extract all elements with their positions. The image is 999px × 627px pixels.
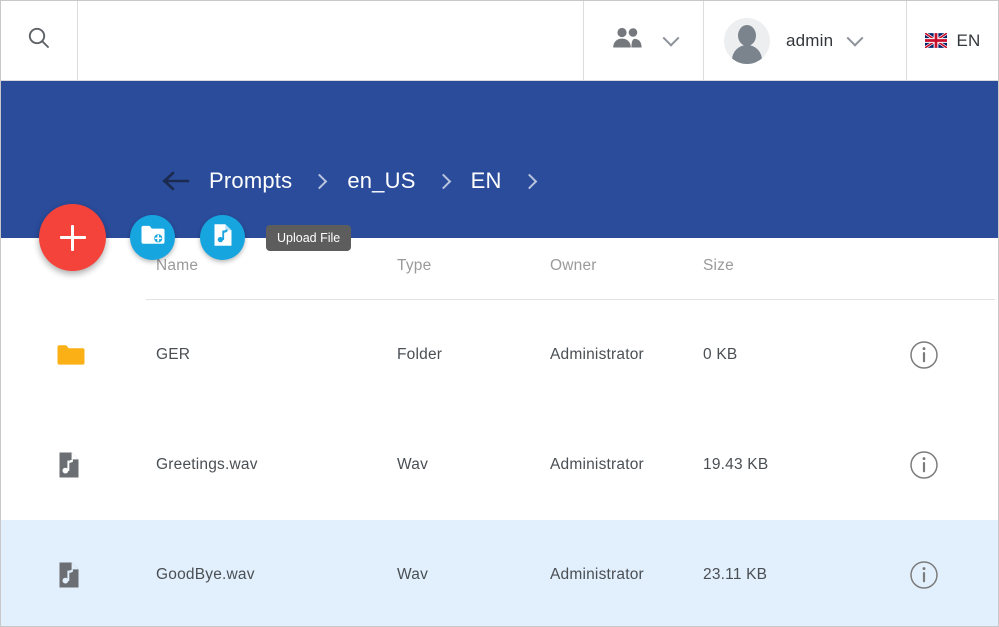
- folder-icon: [57, 340, 87, 370]
- account-menu[interactable]: admin: [704, 1, 907, 80]
- add-button[interactable]: [39, 204, 106, 271]
- upload-file-button[interactable]: [200, 215, 245, 260]
- file-manager-window: admin EN Prompts en_US EN Upload File Na…: [0, 0, 999, 627]
- column-header-size[interactable]: Size: [703, 257, 734, 275]
- table-row[interactable]: GoodBye.wav Wav Administrator 23.11 KB: [1, 520, 998, 626]
- info-icon[interactable]: [909, 450, 939, 480]
- info-icon[interactable]: [909, 560, 939, 590]
- folder-add-icon: [140, 223, 166, 252]
- audio-file-icon: [57, 560, 87, 590]
- breadcrumb-item-en[interactable]: EN: [471, 168, 502, 194]
- search-icon: [26, 25, 52, 56]
- top-bar: admin EN: [1, 1, 998, 81]
- cell-name: GER: [156, 346, 191, 363]
- audio-file-icon: [57, 450, 87, 480]
- table-row[interactable]: Greetings.wav Wav Administrator 19.43 KB: [1, 410, 998, 520]
- breadcrumb: Prompts en_US EN: [161, 161, 557, 201]
- cell-type: Folder: [397, 346, 443, 363]
- cell-size: 19.43 KB: [703, 456, 769, 473]
- chevron-right-icon: [312, 173, 328, 189]
- search-button[interactable]: [1, 1, 78, 80]
- avatar: [724, 17, 770, 64]
- column-header-name[interactable]: Name: [156, 257, 198, 275]
- uk-flag-icon: [924, 31, 949, 50]
- cell-owner: Administrator: [550, 346, 644, 363]
- cell-owner: Administrator: [550, 456, 644, 473]
- file-table: Name Type Owner Size GER Folder Administ…: [1, 238, 998, 626]
- chevron-right-icon: [521, 173, 537, 189]
- cell-size: 23.11 KB: [703, 566, 768, 583]
- username-label: admin: [786, 30, 834, 50]
- cell-type: Wav: [397, 456, 429, 473]
- breadcrumb-item-en_us[interactable]: en_US: [347, 168, 415, 194]
- language-selector[interactable]: EN: [907, 1, 998, 80]
- cell-owner: Administrator: [550, 566, 644, 583]
- audio-file-add-icon: [211, 222, 235, 253]
- users-menu[interactable]: [584, 1, 704, 80]
- column-header-owner[interactable]: Owner: [550, 257, 597, 275]
- column-header-type[interactable]: Type: [397, 257, 431, 275]
- cell-type: Wav: [397, 566, 429, 583]
- info-icon[interactable]: [909, 340, 939, 370]
- new-folder-button[interactable]: [130, 215, 175, 260]
- back-arrow-icon[interactable]: [161, 170, 191, 192]
- cell-size: 0 KB: [703, 346, 738, 363]
- top-bar-spacer: [78, 1, 584, 80]
- cell-name: Greetings.wav: [156, 456, 258, 473]
- upload-file-tooltip: Upload File: [266, 225, 352, 251]
- people-group-icon: [611, 25, 645, 56]
- cell-name: GoodBye.wav: [156, 566, 255, 583]
- table-row[interactable]: GER Folder Administrator 0 KB: [1, 300, 998, 410]
- breadcrumb-item-prompts[interactable]: Prompts: [209, 168, 292, 194]
- chevron-down-icon: [846, 29, 864, 47]
- chevron-right-icon: [435, 173, 451, 189]
- chevron-down-icon: [662, 29, 679, 47]
- language-label: EN: [956, 30, 981, 50]
